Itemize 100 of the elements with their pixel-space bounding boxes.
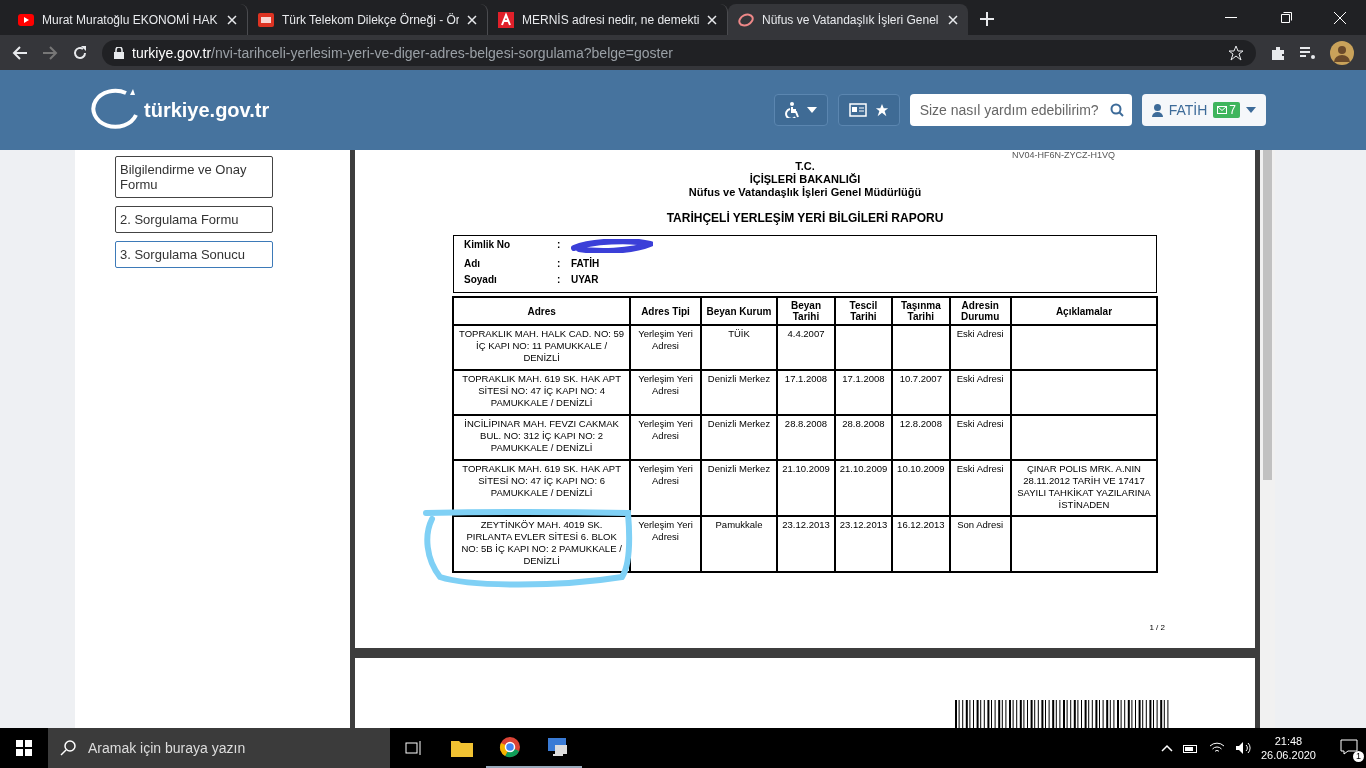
address-bar[interactable]: turkiye.gov.tr/nvi-tarihceli-yerlesim-yeri-ve-diger-adres-belgesi-sorgulama?belge=goster [102,39,1256,66]
playlist-icon[interactable] [1300,45,1316,60]
table-cell: TOPRAKLIK MAH. HALK CAD. NO: 59 İÇ KAPI NO: 11 PAMUKKALE / DENİZLİ [453,325,631,370]
table-cell: 21.10.2009 [777,460,835,516]
task-view-icon [405,740,423,756]
table-cell [892,325,950,370]
table-cell: Eski Adresi [949,415,1011,460]
caret-icon [1246,107,1256,113]
reload-icon[interactable] [72,44,88,61]
column-header: Taşınma Tarihi [892,297,950,325]
puzzle-icon[interactable] [1270,44,1286,61]
url-host: turkiye.gov.tr [132,44,212,61]
identity-label: Kimlik No [464,239,512,252]
sidebar-step[interactable]: 2. Sorgulama Formu [115,206,273,233]
notification-count: 1 [1353,750,1364,762]
browser-tab[interactable]: Nüfus ve Vatandaşlık İşleri Genel [728,4,968,35]
notification-icon[interactable] [1340,738,1358,755]
star-icon [874,103,889,117]
wifi-icon[interactable] [1208,742,1225,754]
table-cell: Yerleşim Yeri Adresi [630,460,701,516]
folder-icon [451,739,473,757]
restore-icon[interactable] [1281,12,1292,23]
table-cell: Yerleşim Yeri Adresi [630,415,701,460]
search-icon [1109,103,1124,117]
logo-icon [258,12,274,27]
taskbar-search[interactable]: Aramak için buraya yazın [48,728,390,768]
search-placeholder: Aramak için buraya yazın [88,740,246,756]
table-cell: TOPRAKLIK MAH. 619 SK. HAK APT SİTESİ NO: 47 İÇ KAPI NO: 4 PAMUKKALE / DENİZLİ [453,370,631,415]
table-cell: TOPRAKLIK MAH. 619 SK. HAK APT SİTESİ NO: 47 İÇ KAPI NO: 6 PAMUKKALE / DENİZLİ [453,460,631,516]
new-tab-icon[interactable] [980,12,994,26]
report-title: TARİHÇELİ YERLEŞİM YERİ BİLGİLERİ RAPORU [666,211,944,225]
swirl-icon [738,12,754,27]
back-icon[interactable] [12,44,28,61]
document-code: NV04-HF6N-ZYCZ-H1VQ [1012,150,1115,160]
star-icon[interactable] [1228,44,1244,61]
search-field[interactable]: Size nasıl yardım edebilirim? [909,94,1132,126]
accessibility-icon [784,102,799,118]
user-icon [1151,103,1163,117]
close-icon[interactable] [707,14,717,25]
table-cell: Son Adresi [949,516,1011,572]
column-header: Beyan Tarihi [777,297,835,325]
table-cell: 23.12.2013 [834,516,893,572]
table-cell: ZEYTİNKÖY MAH. 4019 SK. PIRLANTA EVLER SİTESİ 6. BLOK NO: 5B İÇ KAPI NO: 2 PAMUKKALE / DENİZLİ [453,516,631,572]
table-cell [834,325,893,370]
document-heading: İÇİŞLERİ BAKANLIĞI [749,173,861,186]
lock-icon [114,46,124,59]
date: 26.06.2020 [1260,748,1316,762]
column-header: Adres [453,297,631,325]
column-header: Adres Tipi [630,297,701,325]
identity-colon: : [557,274,562,285]
close-icon[interactable] [948,14,958,25]
table-cell: 21.10.2009 [834,460,893,516]
table-cell: 10.10.2009 [892,460,950,516]
table-cell: Eski Adresi [949,370,1011,415]
identity-label: Soyadı [464,274,498,285]
avatar-icon[interactable] [1330,40,1354,65]
table-cell: 12.8.2008 [892,415,950,460]
table-cell: 28.8.2008 [834,415,893,460]
sidebar-step[interactable]: Bilgilendirme ve Onay Formu [115,156,273,198]
column-header: Açıklamalar [1010,297,1157,325]
id-card-button[interactable] [837,94,900,126]
table-cell: İNCİLİPINAR MAH. FEVZI CAKMAK BUL. NO: 312 İÇ KAPI NO: 2 PAMUKKALE / DENİZLİ [453,415,631,460]
search-icon [60,740,76,756]
close-icon[interactable] [467,14,477,25]
accessibility-button[interactable] [773,94,828,126]
column-header: Adresin Durumu [949,297,1011,325]
table-cell: 10.7.2007 [892,370,950,415]
sidebar-step[interactable]: 3. Sorgulama Sonucu [115,241,273,268]
chevron-up-icon[interactable] [1160,744,1173,752]
windows-icon [16,740,32,756]
table-cell: Eski Adresi [949,325,1011,370]
column-header: Beyan Kurum [700,297,778,325]
table-cell: Yerleşim Yeri Adresi [630,516,701,572]
table-cell: Pamukkale [700,516,778,572]
identity-value: FATİH [571,258,601,269]
table-cell: Eski Adresi [949,460,1011,516]
forward-icon[interactable] [42,44,58,61]
battery-icon[interactable] [1182,743,1199,753]
id-card-icon [848,103,867,117]
table-cell: 17.1.2008 [834,370,893,415]
table-cell: TÜİK [700,325,778,370]
caret-icon [806,107,817,113]
clock[interactable]: 21:48 26.06.2020 [1260,734,1316,762]
user-menu-button[interactable]: FATİH 7 [1141,94,1266,126]
document-heading: Nüfus ve Vatandaşlık İşleri Genel Müdürlüğü [688,186,922,199]
table-cell: 23.12.2013 [777,516,835,572]
site-logo-text: türkiye.gov.tr [144,98,270,122]
volume-icon[interactable] [1234,741,1251,755]
browser-icon [499,736,521,758]
minimize-icon[interactable] [1225,17,1237,19]
video-play-icon [18,13,34,26]
table-cell: 16.12.2013 [892,516,950,572]
column-header: Tescil Tarihi [834,297,893,325]
table-cell: 28.8.2008 [777,415,835,460]
time: 21:48 [1274,734,1303,748]
close-icon[interactable] [227,14,237,25]
table-cell: 4.4.2007 [777,325,835,370]
document-heading: T.C. [795,160,815,173]
table-cell: Yerleşim Yeri Adresi [630,370,701,415]
table-cell: Denizli Merkez [700,370,778,415]
